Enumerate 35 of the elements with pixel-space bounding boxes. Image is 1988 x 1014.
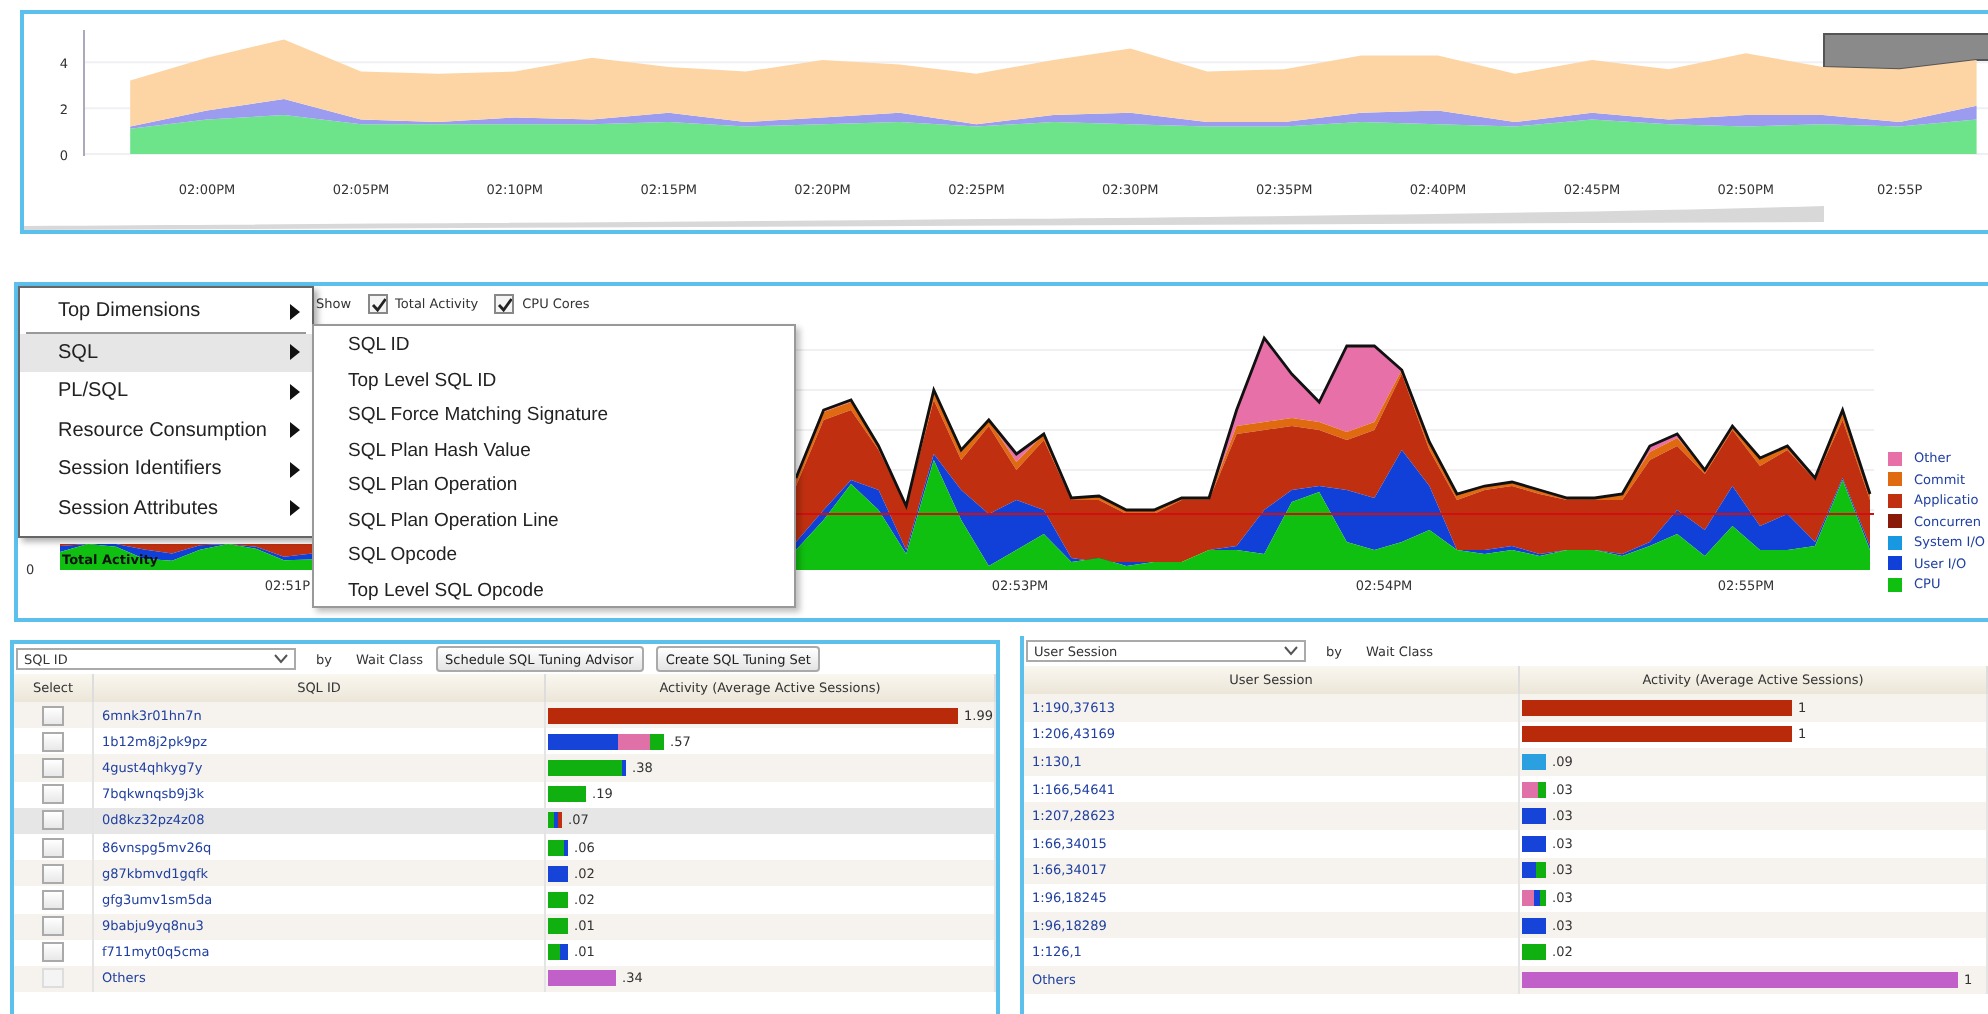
menu-item[interactable]: SQL Plan Operation Line: [314, 503, 794, 538]
checkbox[interactable]: [42, 916, 64, 937]
menu-item[interactable]: Top Dimensions: [20, 292, 312, 331]
checkbox[interactable]: [42, 942, 64, 963]
checkbox[interactable]: [42, 705, 64, 726]
submenu-arrow-icon: [290, 303, 300, 320]
menu-item[interactable]: Session Attributes: [20, 489, 312, 528]
caret-icon: [1284, 646, 1298, 656]
checkbox[interactable]: [42, 784, 64, 805]
submenu-arrow-icon: [290, 422, 300, 439]
menu-item[interactable]: Session Identifiers: [20, 450, 312, 489]
submenu-arrow-icon: [290, 500, 300, 517]
checkbox[interactable]: [42, 863, 64, 884]
checkbox[interactable]: [42, 731, 64, 752]
menu-item[interactable]: SQL ID: [314, 328, 794, 363]
menu-item[interactable]: Top Level SQL ID: [314, 363, 794, 398]
checkbox[interactable]: [42, 810, 64, 831]
menu-item[interactable]: SQL Force Matching Signature: [314, 398, 794, 433]
caret-icon: [274, 654, 288, 664]
submenu-arrow-icon: [290, 461, 300, 478]
menu-item[interactable]: SQL Plan Operation: [314, 468, 794, 503]
checkbox[interactable]: [42, 837, 64, 858]
submenu-arrow-icon: [290, 383, 300, 400]
menu-item[interactable]: Resource Consumption: [20, 411, 312, 450]
checkbox[interactable]: [42, 757, 64, 778]
menu-item[interactable]: Top Level SQL Opcode: [314, 573, 794, 608]
menu-item[interactable]: SQL: [20, 333, 312, 372]
submenu-arrow-icon: [290, 344, 300, 361]
checkbox[interactable]: [494, 294, 515, 314]
menu-item[interactable]: PL/SQL: [20, 372, 312, 411]
range-selector[interactable]: [1823, 33, 1988, 71]
checkbox[interactable]: [42, 889, 64, 910]
menu-item[interactable]: SQL Opcode: [314, 538, 794, 573]
checkbox[interactable]: [367, 294, 388, 314]
menu-item[interactable]: SQL Plan Hash Value: [314, 433, 794, 468]
